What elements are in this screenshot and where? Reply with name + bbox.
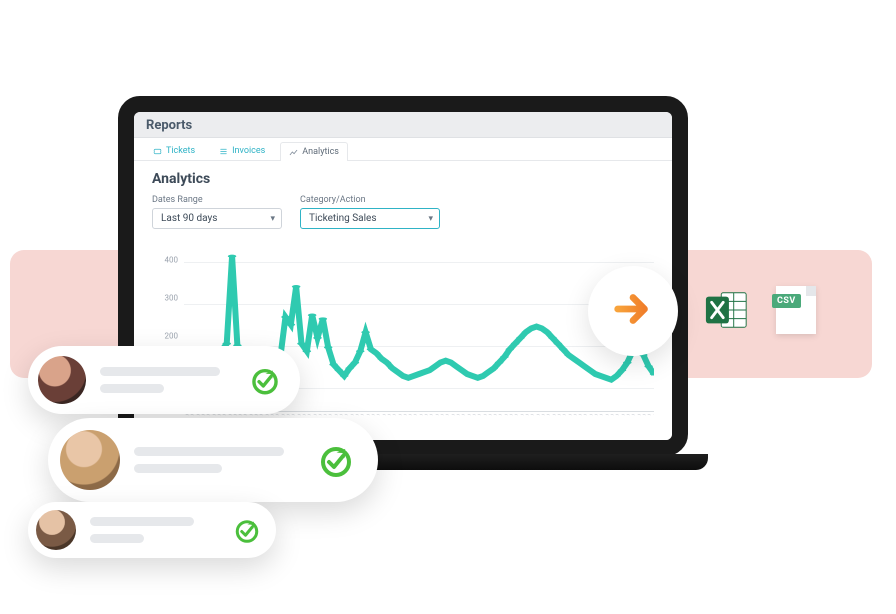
csv-badge-label: CSV xyxy=(772,294,801,308)
check-icon xyxy=(248,363,282,397)
tab-tickets[interactable]: Tickets xyxy=(144,141,204,160)
panel-heading: Analytics xyxy=(152,171,654,187)
placeholder-lines xyxy=(90,517,218,543)
user-card xyxy=(28,346,300,414)
placeholder-line xyxy=(90,517,194,526)
excel-icon[interactable] xyxy=(704,287,750,333)
dates-range-select[interactable]: Last 90 days xyxy=(152,208,282,229)
list-icon xyxy=(219,147,228,156)
placeholder-line xyxy=(134,447,284,456)
export-formats: CSV xyxy=(704,286,816,334)
tabs-bar: Tickets Invoices Analytics xyxy=(134,138,672,161)
placeholder-lines xyxy=(134,447,302,473)
page-title: Reports xyxy=(134,112,672,138)
placeholder-line xyxy=(134,464,222,473)
check-icon xyxy=(232,515,262,545)
filter-label: Dates Range xyxy=(152,195,282,205)
placeholder-line xyxy=(100,384,164,393)
user-card xyxy=(48,418,378,502)
csv-icon[interactable]: CSV xyxy=(776,286,816,334)
check-icon xyxy=(316,440,356,480)
select-value: Last 90 days xyxy=(161,213,217,224)
avatar xyxy=(36,510,76,550)
filter-dates: Dates Range Last 90 days xyxy=(152,195,282,229)
arrow-right-icon xyxy=(610,286,656,336)
placeholder-line xyxy=(90,534,144,543)
filter-label: Category/Action xyxy=(300,195,440,205)
y-tick-label: 300 xyxy=(165,294,179,303)
select-value: Ticketing Sales xyxy=(309,213,377,224)
placeholder-line xyxy=(100,367,220,376)
avatar xyxy=(38,356,86,404)
ticket-icon xyxy=(153,147,162,156)
filters-row: Dates Range Last 90 days Category/Action… xyxy=(152,195,654,229)
tab-label: Invoices xyxy=(232,146,265,156)
tab-label: Analytics xyxy=(302,147,339,157)
tab-analytics[interactable]: Analytics xyxy=(280,142,348,161)
user-card xyxy=(28,502,276,558)
category-select[interactable]: Ticketing Sales xyxy=(300,208,440,229)
chart-icon xyxy=(289,148,298,157)
export-arrow-button[interactable] xyxy=(588,266,678,356)
avatar xyxy=(60,430,120,490)
filter-category: Category/Action Ticketing Sales xyxy=(300,195,440,229)
y-tick-label: 400 xyxy=(165,255,179,264)
placeholder-lines xyxy=(100,367,234,393)
y-tick-label: 200 xyxy=(165,332,179,341)
tab-invoices[interactable]: Invoices xyxy=(210,141,274,160)
tab-label: Tickets xyxy=(166,146,195,156)
